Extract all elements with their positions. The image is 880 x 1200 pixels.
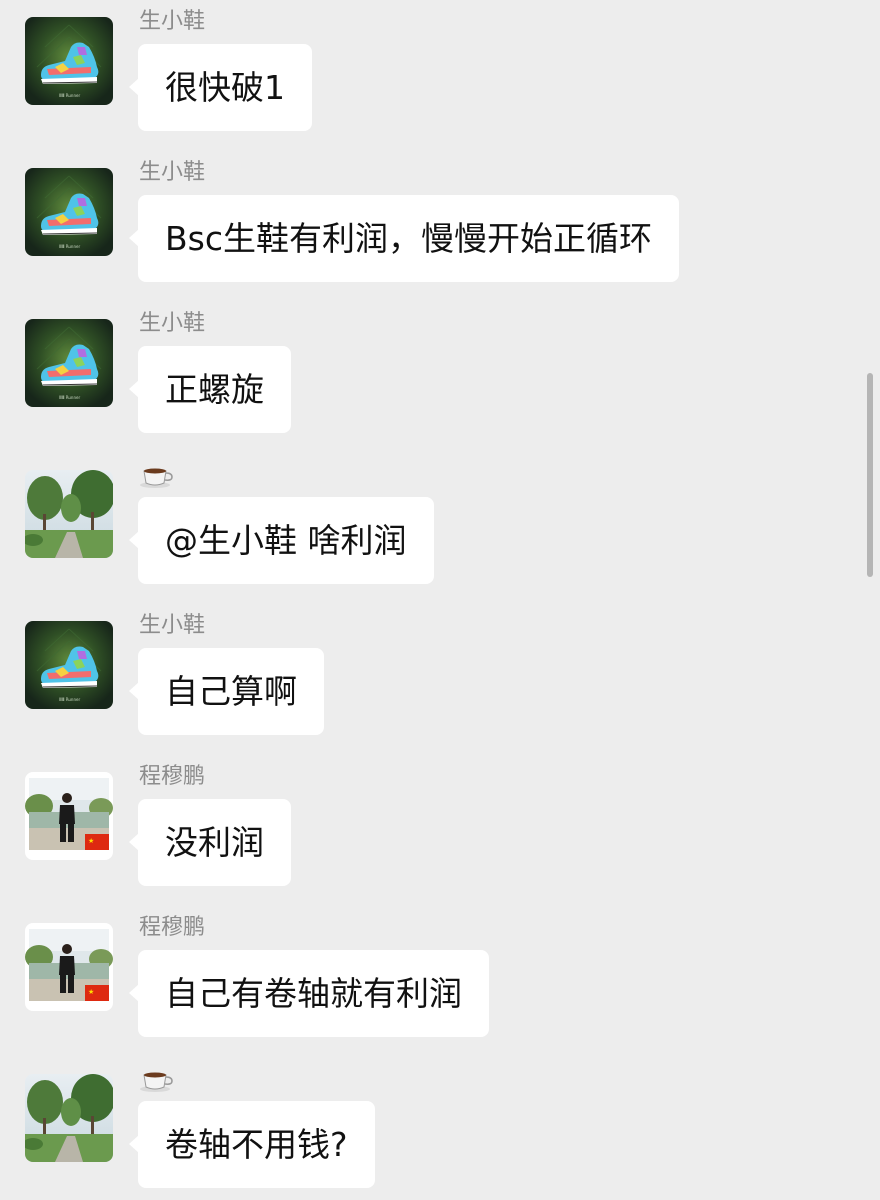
message-bubble[interactable]: @生小鞋 啥利润 (129, 497, 434, 584)
message-bubble[interactable]: 自己算啊 (129, 648, 324, 735)
message-row: ★ 程穆鹏 没利润 (0, 755, 880, 906)
message-row: ⅢⅢ Runner 生小鞋 正螺旋 (0, 302, 880, 453)
park-path-avatar[interactable] (25, 1074, 113, 1162)
sneaker-avatar[interactable]: ⅢⅢ Runner (25, 621, 113, 709)
sender-name: 生小鞋 (139, 613, 206, 638)
message-bubble[interactable]: 没利润 (129, 799, 291, 886)
svg-text:ⅢⅢ Runner: ⅢⅢ Runner (59, 697, 80, 702)
message-bubble[interactable]: Bsc生鞋有利润，慢慢开始正循环 (129, 195, 679, 282)
message-row: 卷轴不用钱? (0, 1057, 880, 1200)
message-bubble[interactable]: 正螺旋 (129, 346, 291, 433)
message-bubble[interactable]: 很快破1 (129, 44, 312, 131)
message-row: ⅢⅢ Runner 生小鞋 很快破1 (0, 0, 880, 151)
sender-name: 生小鞋 (139, 311, 206, 336)
sender-name: 程穆鹏 (139, 764, 206, 789)
chat-window: ⅢⅢ Runner 生小鞋 很快破1 ⅢⅢ Runner 生小鞋 Bsc生鞋有利… (0, 0, 880, 1200)
message-bubble[interactable]: 自己有卷轴就有利润 (129, 950, 489, 1037)
sender-name: 生小鞋 (139, 160, 206, 185)
coffee-icon (140, 468, 173, 488)
svg-text:★: ★ (88, 837, 94, 845)
sneaker-avatar[interactable]: ⅢⅢ Runner (25, 319, 113, 407)
sender-name: 程穆鹏 (139, 915, 206, 940)
message-row: @生小鞋 啥利润 (0, 453, 880, 604)
sneaker-avatar[interactable]: ⅢⅢ Runner (25, 168, 113, 256)
svg-text:ⅢⅢ Runner: ⅢⅢ Runner (59, 93, 80, 98)
message-bubble[interactable]: 卷轴不用钱? (129, 1101, 375, 1188)
message-row: ⅢⅢ Runner 生小鞋 Bsc生鞋有利润，慢慢开始正循环 (0, 151, 880, 302)
message-row: ★ 程穆鹏 自己有卷轴就有利润 (0, 906, 880, 1057)
svg-text:★: ★ (88, 988, 94, 996)
person-lake-avatar[interactable]: ★ (25, 923, 113, 1011)
svg-text:ⅢⅢ Runner: ⅢⅢ Runner (59, 244, 80, 249)
scrollbar[interactable] (867, 373, 873, 577)
sender-name: 生小鞋 (139, 9, 206, 34)
park-path-avatar[interactable] (25, 470, 113, 558)
coffee-icon (140, 1072, 173, 1092)
person-lake-avatar[interactable]: ★ (25, 772, 113, 860)
svg-text:ⅢⅢ Runner: ⅢⅢ Runner (59, 395, 80, 400)
message-row: ⅢⅢ Runner 生小鞋 自己算啊 (0, 604, 880, 755)
sneaker-avatar[interactable]: ⅢⅢ Runner (25, 17, 113, 105)
